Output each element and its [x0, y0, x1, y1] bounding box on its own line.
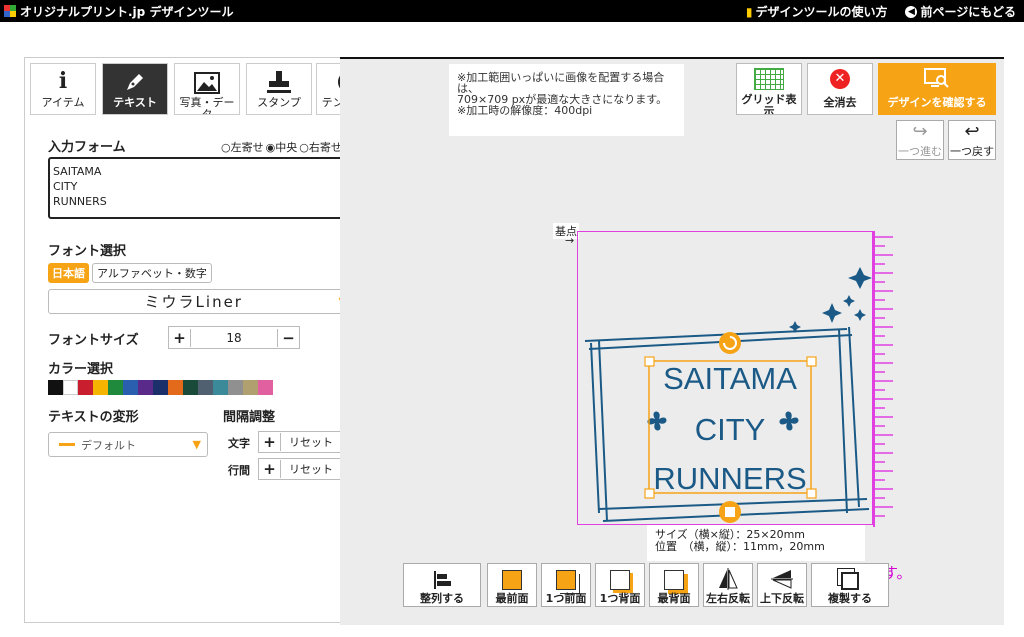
color-swatch[interactable]	[153, 380, 168, 395]
site-logo[interactable]: オリジナルプリント.jp デザインツール	[4, 3, 233, 20]
text-input[interactable]: SAITAMA CITY RUNNERS	[48, 157, 366, 219]
font-lang-tabs: 日本語 アルファベット・数字	[48, 263, 212, 283]
input-form-label: 入力フォーム	[48, 140, 126, 155]
font-select-label: フォント選択	[48, 244, 127, 259]
color-swatch[interactable]	[198, 380, 213, 395]
lang-tab-japanese[interactable]: 日本語	[48, 263, 89, 283]
duplicate-icon	[812, 564, 888, 590]
color-swatch[interactable]	[78, 380, 93, 395]
top-bar: オリジナルプリント.jp デザインツール ▮ デザインツールの使い方 ◀ 前ページに…	[0, 0, 1024, 22]
duplicate-button[interactable]: 複製する	[811, 563, 889, 607]
spacing-label: 間隔調整	[223, 410, 276, 425]
undo-button[interactable]: ↩ 一つ戻す	[948, 120, 996, 160]
color-swatch[interactable]	[63, 380, 78, 395]
close-circle-icon: ✕	[830, 69, 850, 89]
font-dropdown[interactable]: ミウラLiner ▼	[48, 289, 354, 314]
font-size-label: フォントサイズ	[48, 333, 139, 348]
dash-icon	[59, 443, 75, 446]
tab-item[interactable]: i アイテム	[30, 63, 96, 115]
bring-front-button[interactable]: 最前面	[487, 563, 537, 607]
base-point-arrow-icon: →	[565, 234, 575, 247]
monitor-search-icon	[879, 64, 995, 94]
back-link[interactable]: ◀ 前ページにもどる	[905, 3, 1016, 20]
line-spacing-label: 行間	[228, 464, 250, 477]
line-plus-button[interactable]: +	[259, 460, 281, 478]
book-icon: ▮	[745, 4, 753, 19]
lang-tab-alphabet[interactable]: アルファベット・数字	[92, 263, 212, 283]
undo-icon: ↩	[964, 121, 980, 142]
tab-text[interactable]: テキスト	[102, 63, 168, 115]
design-line-2: CITY	[695, 412, 766, 447]
color-swatch[interactable]	[258, 380, 273, 395]
color-swatch[interactable]	[213, 380, 228, 395]
send-backward-button[interactable]: 1つ背面	[595, 563, 645, 607]
font-value: ミウラLiner	[144, 293, 243, 311]
design-artwork[interactable]: SAITAMA CITY RUNNERS	[577, 231, 873, 527]
color-swatch[interactable]	[183, 380, 198, 395]
image-icon	[175, 64, 239, 94]
grid-icon	[754, 68, 784, 90]
cube-logo-icon	[4, 5, 17, 18]
size-plus-button[interactable]: +	[169, 328, 191, 347]
clear-all-button[interactable]: ✕ 全消去	[807, 63, 873, 115]
color-swatch[interactable]	[108, 380, 123, 395]
color-swatch[interactable]	[138, 380, 153, 395]
size-value[interactable]: 18	[191, 331, 277, 345]
size-position-info: サイズ（横×縦）：25×20mm 位置 （横，縦）：11mm，20mm	[647, 525, 865, 561]
color-swatch[interactable]	[168, 380, 183, 395]
flip-horizontal-button[interactable]: 左右反転	[703, 563, 753, 607]
color-swatch[interactable]	[123, 380, 138, 395]
flip-horizontal-icon	[704, 564, 752, 590]
front-icon	[488, 564, 536, 590]
color-palette	[48, 380, 273, 395]
tab-photo-data[interactable]: 写真・データ	[174, 63, 240, 115]
char-reset-button[interactable]: リセット	[281, 434, 341, 450]
flip-vertical-icon	[758, 564, 806, 590]
transform-value: デフォルト	[81, 438, 136, 452]
dropdown-arrow-icon: ▼	[192, 438, 201, 451]
send-back-button[interactable]: 最背面	[649, 563, 699, 607]
pen-icon	[103, 64, 167, 94]
font-size-stepper: + 18 −	[168, 326, 300, 349]
color-swatch[interactable]	[48, 380, 63, 395]
align-center-radio[interactable]: ◉中央	[266, 139, 298, 155]
backward-icon	[596, 564, 644, 590]
flip-vertical-button[interactable]: 上下反転	[757, 563, 807, 607]
design-canvas[interactable]: ※加工範囲いっぱいに画像を配置する場合は、 709×709 pxが最適な大きさに…	[340, 57, 1004, 625]
color-swatch[interactable]	[93, 380, 108, 395]
text-transform-label: テキストの変形	[48, 410, 139, 425]
redo-button[interactable]: ↪ 一つ進む	[896, 120, 944, 160]
redo-icon: ↪	[912, 121, 928, 142]
forward-icon	[542, 564, 590, 590]
line-reset-button[interactable]: リセット	[281, 461, 341, 477]
site-title: オリジナルプリント.jp デザインツール	[20, 5, 234, 19]
design-line-3: RUNNERS	[653, 461, 806, 496]
notice-box: ※加工範囲いっぱいに画像を配置する場合は、 709×709 pxが最適な大きさに…	[449, 64, 684, 136]
bring-forward-button[interactable]: 1つ前面	[541, 563, 591, 607]
info-icon: i	[58, 68, 68, 94]
grid-toggle-button[interactable]: グリッド表示	[736, 63, 802, 115]
back-arrow-icon: ◀	[905, 5, 918, 18]
color-swatch[interactable]	[243, 380, 258, 395]
rotate-handle-icon[interactable]	[719, 332, 741, 354]
left-panel: i アイテム テキスト 写真・データ スタンプ テンプレート 入力フォーム ○左…	[24, 57, 382, 623]
color-select-label: カラー選択	[48, 362, 114, 377]
confirm-design-button[interactable]: デザインを確認する	[878, 63, 996, 115]
align-options: ○左寄せ ◉中央 ○右寄せ	[221, 139, 342, 155]
align-button[interactable]: 整列する	[403, 563, 481, 607]
howto-link[interactable]: ▮ デザインツールの使い方	[746, 3, 888, 20]
color-swatch[interactable]	[228, 380, 243, 395]
align-icon	[404, 564, 480, 590]
stamp-icon	[247, 64, 311, 94]
align-right-radio[interactable]: ○右寄せ	[299, 139, 342, 155]
tab-stamp[interactable]: スタンプ	[246, 63, 312, 115]
char-plus-button[interactable]: +	[259, 433, 281, 451]
size-minus-button[interactable]: −	[277, 328, 299, 347]
align-left-radio[interactable]: ○左寄せ	[221, 139, 264, 155]
vertical-ruler	[873, 231, 893, 527]
design-line-1: SAITAMA	[663, 361, 797, 396]
char-spacing-label: 文字	[228, 437, 250, 450]
back-icon	[650, 564, 698, 590]
transform-dropdown[interactable]: デフォルト ▼	[48, 432, 208, 457]
